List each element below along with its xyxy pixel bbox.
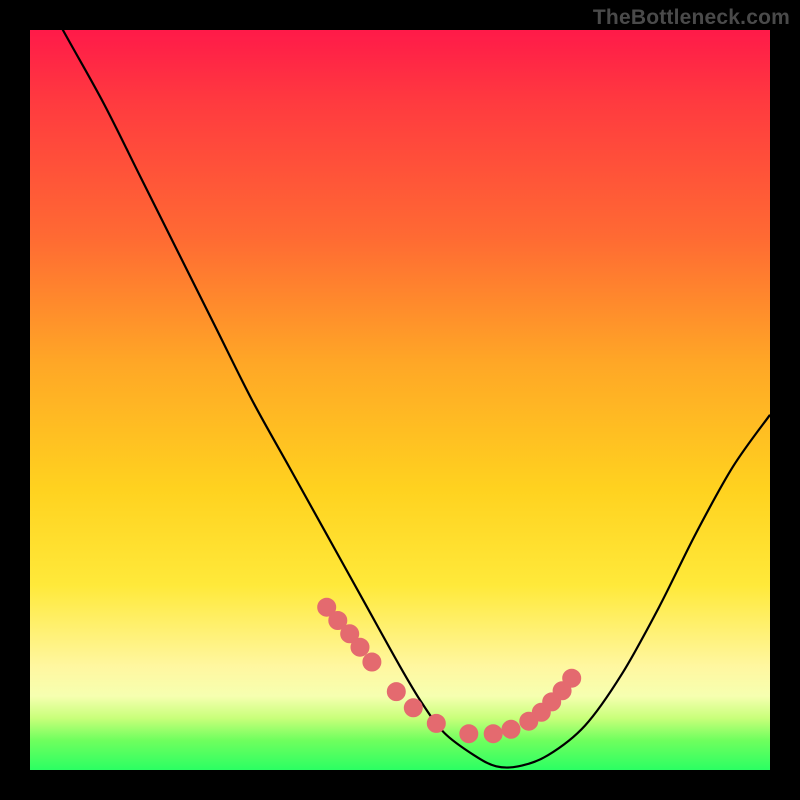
highlight-dot: [427, 714, 445, 732]
plot-area: [30, 30, 770, 770]
chart-frame: TheBottleneck.com: [0, 0, 800, 800]
bottleneck-curve: [30, 0, 770, 768]
highlight-dot: [563, 669, 581, 687]
highlight-dot: [351, 638, 369, 656]
highlight-dot: [404, 699, 422, 717]
curve-svg: [30, 30, 770, 770]
highlight-dot: [363, 653, 381, 671]
highlight-dot: [387, 683, 405, 701]
watermark-text: TheBottleneck.com: [593, 6, 790, 30]
highlight-dot: [484, 725, 502, 743]
highlight-dots: [318, 598, 581, 743]
highlight-dot: [460, 725, 478, 743]
highlight-dot: [502, 720, 520, 738]
